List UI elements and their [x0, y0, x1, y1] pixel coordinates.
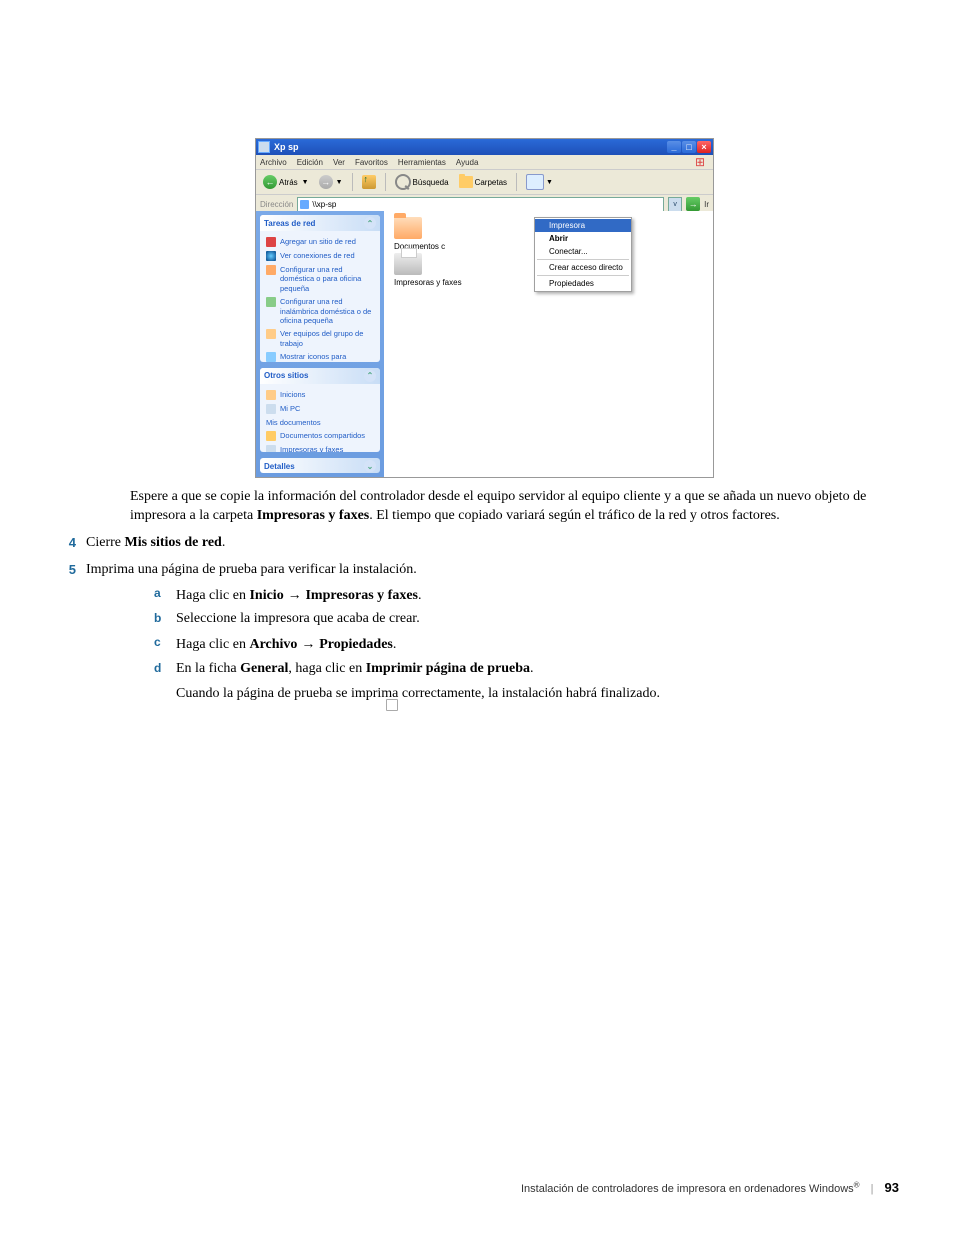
step-5a: a Haga clic en Inicio → Impresoras y fax… [154, 585, 883, 606]
views-button[interactable]: ▼ [523, 172, 556, 192]
panel-details: Detalles ⌄ [260, 458, 380, 473]
task-add-place[interactable]: Agregar un sitio de red [266, 235, 374, 249]
ctx-properties[interactable]: Propiedades [535, 277, 631, 290]
content-area: Documentos c Impresoras y faxes Impresor… [384, 211, 713, 477]
printer-icon [394, 253, 422, 275]
window-title: Xp sp [274, 142, 667, 152]
address-value: \\xp-sp [312, 200, 336, 209]
panel-head-other[interactable]: Otros sitios ⌃ [260, 368, 380, 384]
ctx-conectar[interactable]: Conectar... [535, 245, 631, 258]
maximize-button[interactable]: □ [682, 141, 696, 153]
go-button[interactable]: → [686, 197, 700, 211]
panel-head-details[interactable]: Detalles ⌄ [260, 458, 380, 473]
search-button[interactable]: Búsqueda [392, 172, 452, 192]
place-mipc[interactable]: Mi PC [266, 402, 374, 416]
menu-favoritos[interactable]: Favoritos [355, 158, 388, 167]
menu-ver[interactable]: Ver [333, 158, 345, 167]
context-menu: Impresora Abrir Conectar... Crear acceso… [534, 217, 632, 292]
task-upnp[interactable]: Mostrar iconos para dispositivos UPnP en… [266, 350, 374, 362]
step-5b: b Seleccione la impresora que acaba de c… [154, 610, 883, 629]
window-icon [258, 141, 270, 153]
place-inicio[interactable]: Inicions [266, 388, 374, 402]
step-5c: c Haga clic en Archivo → Propiedades. [154, 634, 883, 655]
sidebar: Tareas de red ⌃ Agregar un sitio de red … [256, 211, 384, 477]
step-5d: d En la ficha General, haga clic en Impr… [154, 660, 883, 704]
place-shared[interactable]: Documentos compartidos [266, 429, 374, 443]
titlebar: Xp sp _ □ × [256, 139, 713, 155]
ctx-impresora[interactable]: Impresora [535, 219, 631, 232]
forward-button[interactable]: →▼ [316, 173, 346, 191]
close-button[interactable]: × [697, 141, 711, 153]
up-button[interactable] [359, 173, 379, 191]
address-field[interactable]: \\xp-sp [297, 197, 664, 212]
address-dropdown[interactable]: v [668, 197, 682, 212]
menu-edicion[interactable]: Edición [297, 158, 323, 167]
place-printers[interactable]: Impresoras y faxes [266, 443, 374, 452]
chevron-icon: ⌃ [364, 370, 376, 382]
page-footer: Instalación de controladores de impresor… [0, 1180, 954, 1195]
panel-head-network[interactable]: Tareas de red ⌃ [260, 215, 380, 231]
folder-icon [394, 217, 422, 239]
menu-archivo[interactable]: Archivo [260, 158, 287, 167]
printers-faxes-item[interactable]: Impresoras y faxes [394, 253, 462, 287]
step-4: 4 Cierre Mis sitios de red. [130, 534, 883, 553]
address-label: Dirección [260, 200, 293, 209]
step-5: 5 Imprima una página de prueba para veri… [130, 561, 883, 580]
windows-logo-icon [695, 155, 709, 169]
footer-chapter: Instalación de controladores de impresor… [521, 1183, 854, 1195]
task-view-conn[interactable]: Ver conexiones de red [266, 249, 374, 263]
panel-network-tasks: Tareas de red ⌃ Agregar un sitio de red … [260, 215, 380, 362]
task-setup-home[interactable]: Configurar una red doméstica o para ofic… [266, 263, 374, 295]
network-icon [300, 200, 309, 209]
folders-button[interactable]: Carpetas [456, 174, 510, 190]
page-number: 93 [885, 1180, 899, 1195]
menu-herramientas[interactable]: Herramientas [398, 158, 446, 167]
panel-other-places: Otros sitios ⌃ Inicions Mi PC Mis docume… [260, 368, 380, 453]
intro-para: Espere a que se copie la información del… [130, 488, 883, 526]
go-label: Ir [704, 200, 709, 209]
xp-window: Xp sp _ □ × Archivo Edición Ver Favorito… [255, 138, 714, 478]
document-body: Espere a que se copie la información del… [130, 488, 883, 706]
back-button[interactable]: ←Atrás▼ [260, 173, 312, 191]
menu-ayuda[interactable]: Ayuda [456, 158, 479, 167]
place-docs[interactable]: Mis documentos [266, 416, 374, 429]
chevron-icon: ⌃ [364, 217, 376, 229]
ctx-abrir[interactable]: Abrir [535, 232, 631, 245]
chevron-down-icon: ⌄ [364, 460, 376, 472]
menubar: Archivo Edición Ver Favoritos Herramient… [256, 155, 713, 170]
task-setup-wireless[interactable]: Configurar una red inalámbrica doméstica… [266, 295, 374, 327]
shared-docs-item[interactable]: Documentos c [394, 217, 445, 251]
task-view-workgroup[interactable]: Ver equipos del grupo de trabajo [266, 327, 374, 350]
ctx-shortcut[interactable]: Crear acceso directo [535, 261, 631, 274]
minimize-button[interactable]: _ [667, 141, 681, 153]
toolbar: ←Atrás▼ →▼ Búsqueda Carpetas ▼ [256, 170, 713, 195]
